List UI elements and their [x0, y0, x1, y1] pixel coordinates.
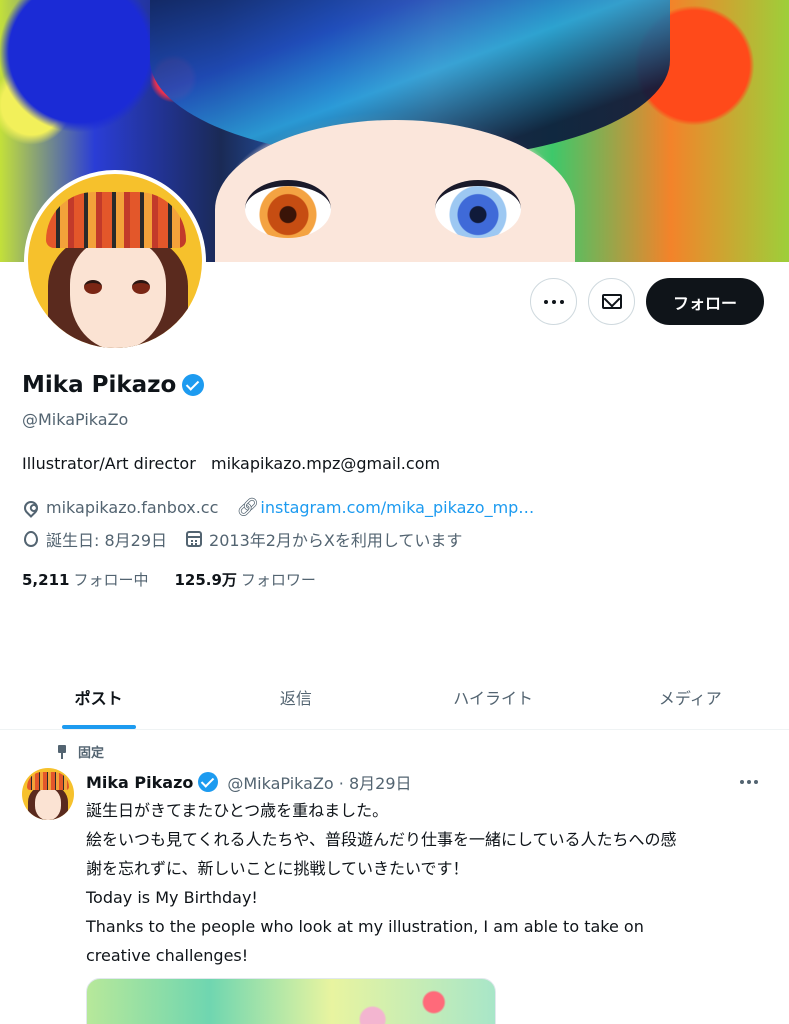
profile-meta-row-1: mikapikazo.fanbox.cc 🔗︎ instagram.com/mi… — [21, 497, 552, 518]
post-avatar[interactable] — [22, 768, 74, 820]
birthday-item: 誕生日: 8月29日 — [22, 527, 167, 551]
display-name-row: Mika Pikazo — [22, 372, 205, 398]
avatar-eye-left — [84, 280, 102, 294]
post-text: 誕生日がきてまたひとつ歳を重ねました。 絵をいつも見てくれる人たちや、普段遊んだ… — [86, 796, 776, 970]
post-line: 絵をいつも見てくれる人たちや、普段遊んだり仕事を一緒にしている人たちへの感 — [86, 830, 677, 849]
profile-tabs: ポスト 返信 ハイライト メディア — [0, 664, 789, 730]
post-meta[interactable]: @MikaPikaZo · 8月29日 — [227, 770, 411, 794]
handle: @MikaPikaZo — [22, 410, 129, 429]
post-more-button[interactable] — [740, 780, 758, 784]
tab-highlights[interactable]: ハイライト — [395, 664, 592, 729]
verified-icon[interactable] — [182, 374, 205, 396]
tab-media[interactable]: メディア — [592, 664, 789, 729]
message-button[interactable] — [588, 278, 635, 325]
bio: Illustrator/Art director mikapikazo.mpz@… — [22, 454, 441, 473]
followers-label: フォロワー — [240, 571, 316, 589]
post-line: creative challenges! — [86, 946, 249, 965]
banner-art-eye-left — [245, 180, 331, 238]
follow-button[interactable]: フォロー — [646, 278, 764, 325]
birthday-icon — [24, 531, 38, 547]
display-name: Mika Pikazo — [22, 372, 177, 398]
verified-icon[interactable] — [198, 772, 219, 792]
mail-icon — [601, 294, 622, 309]
following-label: フォロー中 — [73, 571, 149, 589]
profile-link[interactable]: instagram.com/mika_pikazo_mp… — [260, 498, 534, 517]
post-author[interactable]: Mika Pikazo — [86, 773, 193, 792]
followers-link[interactable]: 125.9万 フォロワー — [174, 569, 315, 590]
more-icon — [543, 299, 564, 304]
avatar-eye-right — [132, 280, 150, 294]
post-line: 誕生日がきてまたひとつ歳を重ねました。 — [86, 801, 389, 820]
avatar-face — [70, 240, 166, 348]
pinned-label: 固定 — [78, 746, 105, 761]
tab-label: 返信 — [279, 689, 312, 708]
pin-icon — [56, 744, 68, 759]
following-count: 5,211 — [22, 571, 70, 589]
more-options-button[interactable] — [530, 278, 577, 325]
calendar-icon — [186, 531, 203, 547]
post-line: 謝を忘れずに、新しいことに挑戦していきたいです！ — [86, 859, 469, 878]
tab-label: ポスト — [74, 689, 123, 708]
post-avatar-face — [35, 788, 61, 820]
post-line: Thanks to the people who look at my illu… — [86, 917, 644, 936]
following-link[interactable]: 5,211 フォロー中 — [22, 569, 148, 590]
post-header: Mika Pikazo @MikaPikaZo · 8月29日 — [86, 770, 412, 794]
more-icon-dot — [747, 780, 751, 784]
tab-label: メディア — [658, 689, 722, 708]
avatar-hat — [46, 192, 186, 248]
followers-count: 125.9万 — [174, 571, 237, 589]
post-avatar-hat — [27, 772, 69, 790]
joined-item: 2013年2月からXを利用しています — [185, 527, 462, 551]
active-tab-indicator — [61, 725, 136, 729]
banner-art-eye-right — [435, 180, 521, 238]
more-icon-dot — [740, 780, 744, 784]
website-text: mikapikazo.fanbox.cc — [46, 498, 219, 517]
follow-stats: 5,211 フォロー中 125.9万 フォロワー — [22, 569, 316, 590]
joined-text: 2013年2月からXを利用しています — [209, 531, 463, 550]
tab-label: ハイライト — [453, 689, 533, 708]
location-icon — [21, 497, 41, 518]
tab-replies[interactable]: 返信 — [197, 664, 394, 729]
more-icon-dot — [754, 780, 758, 784]
pinned-indicator: 固定 — [56, 742, 104, 761]
birthday-text: 誕生日: 8月29日 — [46, 531, 168, 550]
post-media-image[interactable] — [86, 978, 496, 1024]
profile-meta-row-2: 誕生日: 8月29日 2013年2月からXを利用しています — [22, 527, 480, 551]
post-line: Today is My Birthday! — [86, 888, 258, 907]
website-item: mikapikazo.fanbox.cc — [21, 497, 219, 518]
profile-avatar[interactable] — [24, 170, 206, 352]
tab-posts[interactable]: ポスト — [0, 664, 197, 729]
link-item[interactable]: 🔗︎ instagram.com/mika_pikazo_mp… — [236, 498, 534, 517]
link-icon: 🔗︎ — [236, 496, 260, 518]
